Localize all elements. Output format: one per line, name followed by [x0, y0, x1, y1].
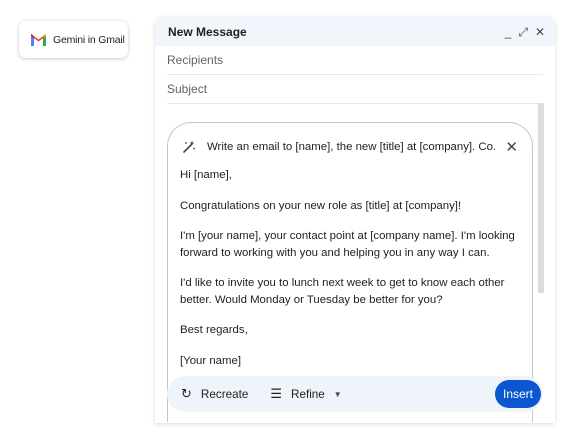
- scrollbar[interactable]: [538, 103, 544, 293]
- draft-body: Hi [name], Congratulations on your new r…: [180, 167, 525, 383]
- draft-signature: [Your name]: [180, 354, 242, 367]
- insert-button[interactable]: Insert: [495, 380, 541, 408]
- brand-label: Gemini in Gmail: [53, 33, 125, 46]
- magic-wand-icon: [183, 140, 195, 153]
- popout-icon[interactable]: ⤢: [518, 26, 528, 38]
- recipients-row: [167, 46, 543, 75]
- close-prompt-icon[interactable]: ✕: [505, 140, 518, 155]
- compose-window: New Message _ ⤢ ✕ Write an email to [nam…: [155, 17, 555, 423]
- window-controls: _ ⤢ ✕: [505, 26, 545, 38]
- close-icon[interactable]: ✕: [535, 26, 545, 38]
- draft-paragraph-1: Congratulations on your new role as [tit…: [180, 199, 462, 212]
- draft-paragraph-3: I'd like to invite you to lunch next wee…: [180, 277, 505, 306]
- draft-paragraph-2: I'm [your name], your contact point at […: [180, 230, 515, 259]
- gemini-in-gmail-badge: Gemini in Gmail: [19, 21, 128, 58]
- refine-label: Refine: [291, 387, 325, 401]
- prompt-text[interactable]: Write an email to [name], the new [title…: [207, 141, 495, 153]
- gmail-logo-icon: [31, 34, 46, 46]
- recreate-label: Recreate: [200, 387, 249, 401]
- subject-row: [167, 75, 543, 104]
- minimize-icon[interactable]: _: [505, 26, 512, 38]
- prompt-row: Write an email to [name], the new [title…: [182, 137, 518, 157]
- compose-header: New Message _ ⤢ ✕: [155, 17, 555, 46]
- refresh-icon: ↻: [181, 386, 192, 401]
- compose-title: New Message: [168, 24, 247, 39]
- draft-greeting: Hi [name],: [180, 169, 232, 181]
- recreate-button[interactable]: ↻ Recreate: [181, 386, 248, 402]
- subject-input[interactable]: [167, 82, 543, 96]
- recipients-input[interactable]: [167, 53, 543, 67]
- draft-closing: Best regards,: [180, 324, 248, 336]
- gemini-action-bar: ↻ Recreate ☰ Refine ▼ Insert: [167, 376, 543, 412]
- refine-dropdown[interactable]: ☰ Refine ▼: [270, 386, 341, 402]
- chevron-down-icon: ▼: [333, 389, 342, 399]
- filter-lines-icon: ☰: [270, 386, 282, 401]
